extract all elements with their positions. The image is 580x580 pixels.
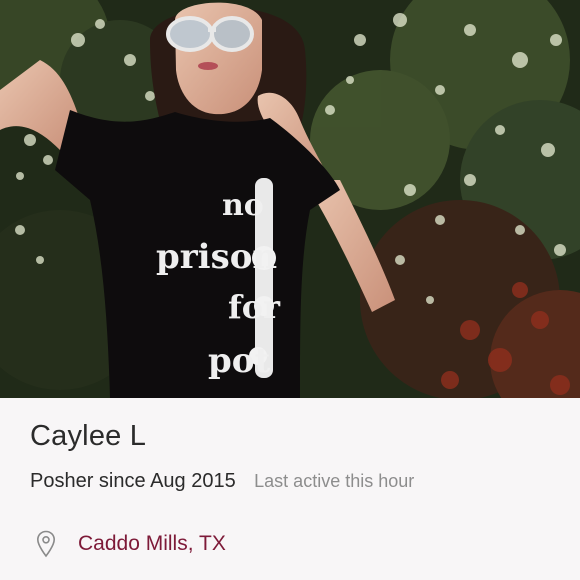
shirt-text-word: for <box>228 288 281 326</box>
shirt-text-word: prison <box>156 237 277 277</box>
profile-cover-photo[interactable]: no prison for pot <box>0 0 580 398</box>
map-pin-icon <box>36 530 56 558</box>
cover-photo-illustration: no prison for pot <box>0 0 580 398</box>
profile-card: no prison for pot Caylee L Posher since Aug… <box>0 0 580 580</box>
profile-meta-row: Posher since Aug 2015 Last active this h… <box>30 470 414 493</box>
profile-location: Caddo Mills, TX <box>36 530 226 558</box>
location-text[interactable]: Caddo Mills, TX <box>78 532 226 556</box>
profile-info-panel: Caylee L Posher since Aug 2015 Last acti… <box>0 398 580 580</box>
shirt-text-word: no <box>222 188 264 223</box>
profile-name[interactable]: Caylee L <box>30 420 146 453</box>
last-active-text: Last active this hour <box>254 471 415 491</box>
shirt-text-word: pot <box>208 341 270 381</box>
posher-since-text: Posher since Aug 2015 <box>30 470 236 492</box>
